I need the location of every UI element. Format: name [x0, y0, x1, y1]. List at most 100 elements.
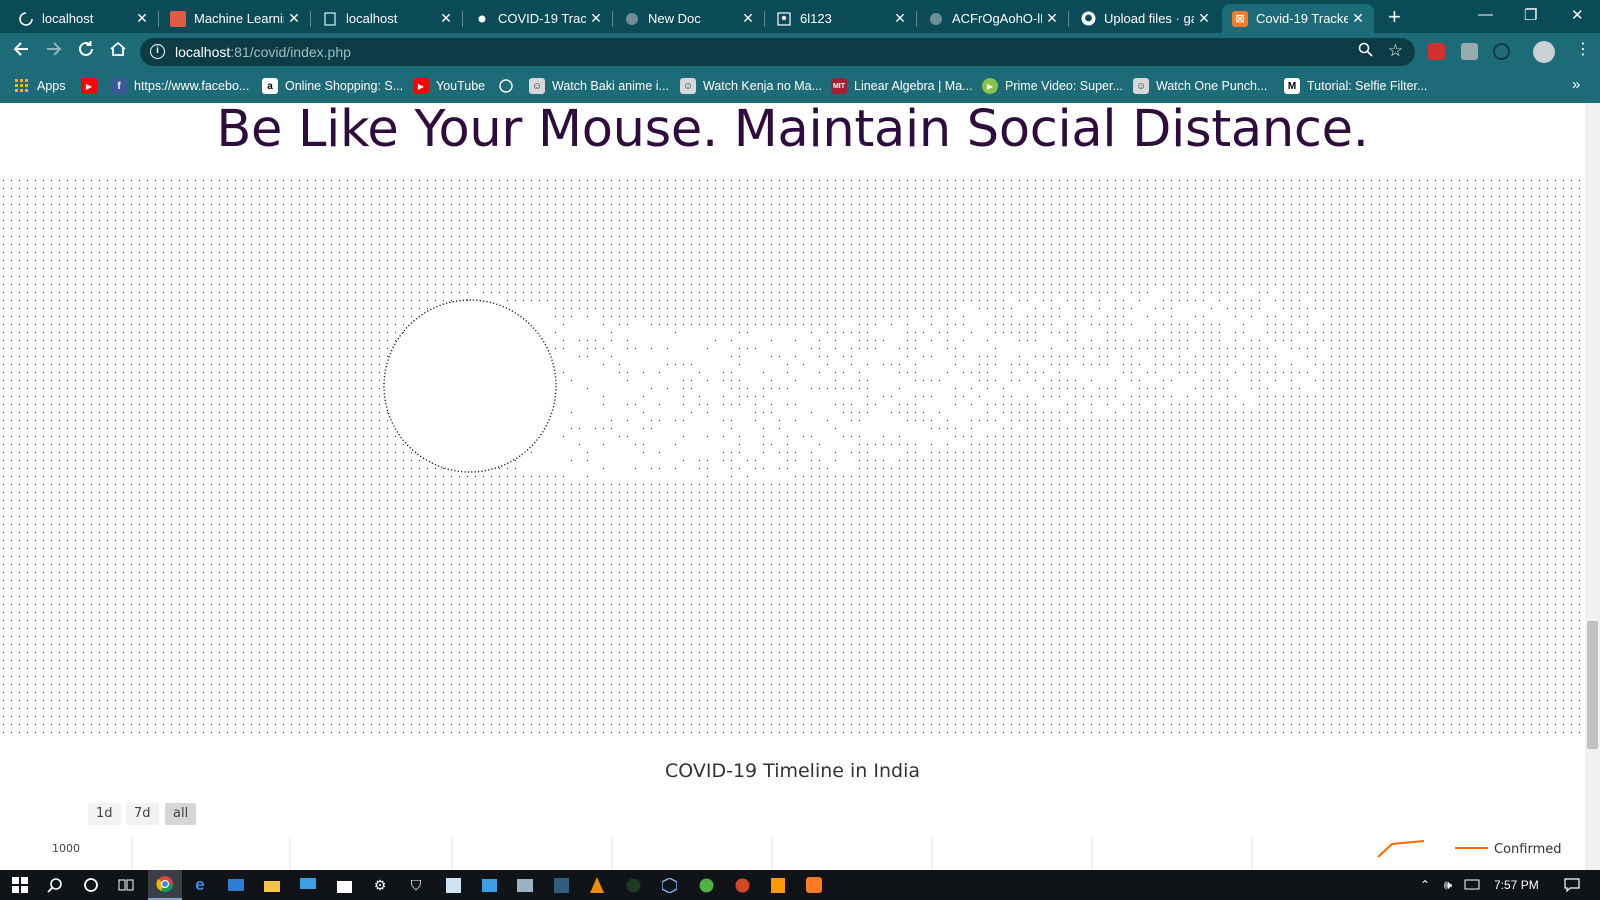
- forward-button[interactable]: [45, 40, 63, 63]
- address-bar[interactable]: i localhost:81/covid/index.php ☆: [140, 38, 1415, 66]
- timeline-chart: 1000 Confirmed: [52, 838, 1562, 870]
- arrow-right-icon: [47, 42, 62, 56]
- youtube-icon: ▶: [81, 78, 97, 94]
- file-explorer-icon[interactable]: [262, 875, 282, 895]
- xampp-icon: ⊠: [1232, 10, 1248, 27]
- spyder-icon[interactable]: [623, 875, 643, 895]
- tab-covid-tracker-1[interactable]: COVID-19 Tracker ✕: [464, 4, 613, 33]
- close-icon[interactable]: ✕: [436, 10, 456, 27]
- tray-overflow-icon[interactable]: ⌃: [1415, 875, 1435, 895]
- vlc-icon[interactable]: [587, 875, 607, 895]
- bookmark-kenja[interactable]: ☺ Watch Kenja no Ma...: [680, 78, 822, 94]
- settings-icon[interactable]: ⚙: [370, 875, 390, 895]
- network-icon[interactable]: [1462, 875, 1482, 895]
- profile-avatar[interactable]: [1533, 41, 1555, 63]
- home-button[interactable]: [109, 40, 127, 63]
- close-icon[interactable]: ✕: [586, 10, 606, 27]
- bookmark-youtube-icon-only[interactable]: ▶: [81, 78, 104, 94]
- notepad-icon[interactable]: [443, 875, 463, 895]
- site-info-icon[interactable]: i: [150, 44, 165, 59]
- sublime-icon[interactable]: [768, 875, 788, 895]
- volume-icon[interactable]: 🕪: [1438, 875, 1458, 895]
- chart-title: COVID-19 Timeline in India: [664, 760, 920, 782]
- close-icon[interactable]: ✕: [1348, 10, 1368, 27]
- bookmark-baki[interactable]: ☺ Watch Baki anime i...: [529, 78, 669, 94]
- chrome-icon[interactable]: [148, 870, 182, 900]
- bookmark-amazon[interactable]: a Online Shopping: S...: [262, 78, 403, 94]
- tab-acfrog[interactable]: ACFrOgAohO-lB ✕: [918, 4, 1069, 33]
- close-icon[interactable]: ✕: [738, 10, 758, 27]
- scrollbar-thumb[interactable]: [1587, 621, 1598, 749]
- bookmarks-overflow-icon[interactable]: »: [1572, 76, 1580, 93]
- menu-kebab-icon[interactable]: ⋮: [1575, 39, 1591, 61]
- mit-icon: MIT: [831, 78, 847, 94]
- tab-upload-files[interactable]: Upload files · ga ✕: [1070, 4, 1220, 33]
- youtube-icon: ▶: [413, 78, 429, 94]
- cortana-icon[interactable]: [81, 875, 101, 895]
- tab-covid-tracker-active[interactable]: ⊠ Covid-19 Tracker ✕: [1222, 4, 1374, 33]
- bookmark-youtube[interactable]: ▶ YouTube: [413, 78, 485, 94]
- extension-lastpass-icon[interactable]: [1428, 43, 1445, 60]
- page-heading: Be Like Your Mouse. Maintain Social Dist…: [216, 103, 1369, 159]
- mail-icon[interactable]: [226, 875, 246, 895]
- taskbar-clock[interactable]: 7:57 PM: [1494, 878, 1539, 892]
- bookmark-prime-video[interactable]: ▶ Prime Video: Super...: [982, 78, 1123, 94]
- 3d-viewer-icon[interactable]: [659, 875, 679, 895]
- xbox-icon[interactable]: [696, 875, 716, 895]
- tab-title: 6l123: [800, 11, 832, 26]
- close-icon[interactable]: ✕: [890, 10, 910, 27]
- minimize-button[interactable]: —: [1478, 6, 1493, 23]
- tab-localhost-2[interactable]: localhost ✕: [312, 4, 463, 33]
- powerpoint-icon[interactable]: [732, 875, 752, 895]
- tab-localhost-1[interactable]: localhost ✕: [8, 4, 159, 33]
- legend-label: Confirmed: [1494, 842, 1562, 857]
- defender-icon[interactable]: ⛉: [406, 875, 426, 895]
- xampp-icon[interactable]: [804, 875, 824, 895]
- new-tab-button[interactable]: +: [1388, 6, 1401, 28]
- bookmark-globe[interactable]: [498, 78, 521, 94]
- task-view-icon[interactable]: [116, 875, 136, 895]
- social-distance-dot-field[interactable]: [0, 176, 1585, 736]
- close-icon[interactable]: ✕: [284, 10, 304, 27]
- globe-icon: [498, 78, 514, 94]
- store-icon[interactable]: [334, 875, 354, 895]
- notifications-icon[interactable]: [1562, 875, 1582, 895]
- search-icon[interactable]: [45, 875, 65, 895]
- back-button[interactable]: [12, 40, 30, 63]
- page-scrollbar[interactable]: [1585, 103, 1600, 870]
- close-icon[interactable]: ✕: [132, 10, 152, 27]
- bookmark-linear-algebra[interactable]: MIT Linear Algebra | Ma...: [831, 78, 973, 94]
- bookmark-star-icon[interactable]: ☆: [1388, 41, 1403, 61]
- close-icon[interactable]: ✕: [1194, 10, 1214, 27]
- window-close-button[interactable]: ✕: [1571, 6, 1584, 24]
- tab-title: Machine Learning: [194, 11, 284, 26]
- zoom-icon[interactable]: [1358, 42, 1373, 61]
- range-button-7d[interactable]: 7d: [126, 803, 159, 825]
- bookmark-one-punch[interactable]: ☺ Watch One Punch...: [1133, 78, 1267, 94]
- bookmark-selfie-filter[interactable]: M Tutorial: Selfie Filter...: [1284, 78, 1427, 94]
- facebook-icon: f: [111, 78, 127, 94]
- windows-taskbar: e ⚙ ⛉ ⌃ 🕪 7:57 PM: [0, 870, 1600, 900]
- tab-machine-learning[interactable]: Machine Learning ✕: [160, 4, 311, 33]
- tab-6l123[interactable]: 6l123 ✕: [766, 4, 917, 33]
- range-button-1d[interactable]: 1d: [88, 803, 121, 825]
- remote-icon[interactable]: [515, 875, 535, 895]
- anime-icon: ☺: [1133, 78, 1149, 94]
- bookmark-apps[interactable]: Apps: [14, 78, 66, 94]
- extension-reader-icon[interactable]: [1461, 43, 1478, 60]
- amazon-icon: a: [262, 78, 278, 94]
- browser-toolbar: i localhost:81/covid/index.php ☆ ⋮: [0, 33, 1600, 70]
- close-icon[interactable]: ✕: [1042, 10, 1062, 27]
- range-button-all[interactable]: all: [165, 803, 197, 825]
- reload-button[interactable]: [77, 40, 95, 63]
- photos-icon[interactable]: [479, 875, 499, 895]
- tab-new-doc[interactable]: New Doc ✕: [614, 4, 765, 33]
- this-pc-icon[interactable]: [298, 875, 318, 895]
- edge-icon[interactable]: e: [190, 875, 210, 895]
- windows-start-icon[interactable]: [10, 875, 30, 895]
- restore-button[interactable]: ❐: [1524, 6, 1537, 24]
- terminal-icon[interactable]: [551, 875, 571, 895]
- bookmark-facebook[interactable]: f https://www.facebo...: [111, 78, 249, 94]
- github-icon: [1080, 11, 1096, 27]
- extension-circle-icon[interactable]: [1493, 43, 1510, 60]
